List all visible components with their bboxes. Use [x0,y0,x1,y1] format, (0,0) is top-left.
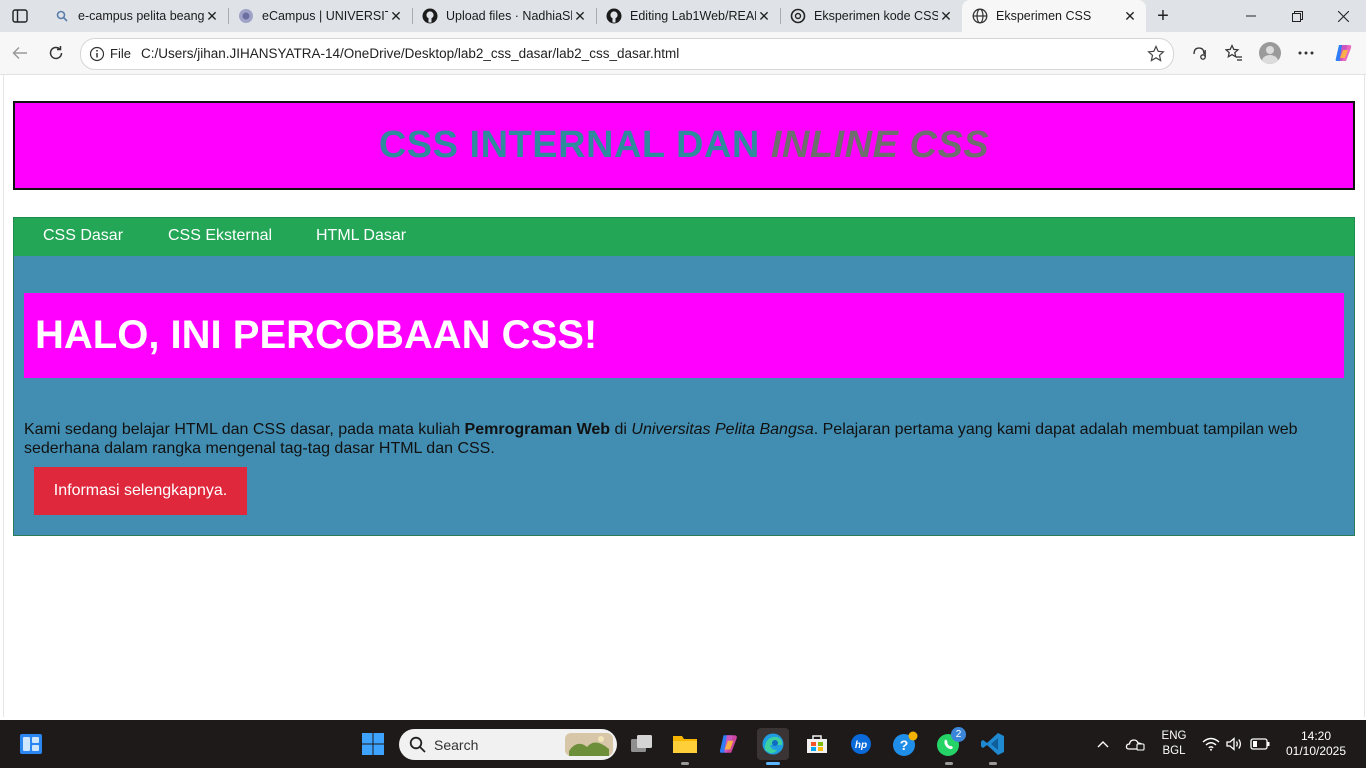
language-code: ENG [1161,730,1187,742]
page-title-inline: INLINE CSS [770,124,990,166]
svg-text:hp: hp [855,740,867,751]
widgets-icon[interactable] [15,728,47,760]
microsoft-store-icon[interactable] [801,728,833,760]
content-section: HALO, INI PERCOBAAN CSS! Kami sedang bel… [13,256,1355,536]
avatar [1259,42,1281,64]
clock-date: 01/10/2025 [1285,744,1347,758]
active-indicator [766,762,780,765]
taskbar: Search hp ? 2 ENG BGL 14:20 01/10/2025 [0,720,1366,768]
close-icon[interactable]: ✕ [1122,8,1138,24]
nav-link-css-eksternal[interactable]: CSS Eksternal [168,227,272,245]
clock-time: 14:20 [1300,729,1332,743]
tab-editing-readme[interactable]: Editing Lab1Web/README.md ✕ [596,0,781,32]
tab-title: Eksperimen kode CSS [814,9,938,23]
page-viewport: CSS INTERNAL DAN INLINE CSS CSS Dasar CS… [3,75,1365,717]
tab-search[interactable]: e-campus pelita beangsa - Search ✕ [44,0,229,32]
close-icon[interactable]: ✕ [756,8,772,24]
globe-icon [972,8,988,24]
nav-link-html-dasar[interactable]: HTML Dasar [316,227,406,245]
minimize-button[interactable] [1228,0,1274,32]
copilot-app-icon[interactable] [713,728,745,760]
notification-badge: 2 [951,727,966,742]
clock[interactable]: 14:20 01/10/2025 [1280,729,1352,759]
more-info-button[interactable]: Informasi selengkapnya. [34,467,247,515]
tab-title: eCampus | UNIVERSITAS PELITA BANGSA [262,9,388,23]
search-highlight-icon [565,733,613,761]
close-icon[interactable]: ✕ [938,8,954,24]
browser-toolbar: File C:/Users/jihan.JIHANSYATRA-14/OneDr… [0,32,1366,75]
paragraph-text: di [610,421,632,438]
battery-icon[interactable] [1248,728,1272,760]
new-tab-button[interactable]: + [1150,4,1176,28]
page-title: CSS INTERNAL DAN INLINE CSS [379,124,989,167]
running-indicator [989,762,997,765]
star-icon[interactable] [1147,45,1165,63]
refresh-button[interactable] [41,39,71,67]
close-icon[interactable]: ✕ [388,8,404,24]
nav-link-css-dasar[interactable]: CSS Dasar [43,227,123,245]
chatgpt-icon [790,8,806,24]
tab-actions-icon[interactable] [8,5,32,27]
more-options-icon[interactable] [1291,39,1321,67]
github-icon [606,8,622,24]
page-header: CSS INTERNAL DAN INLINE CSS [13,101,1355,190]
address-bar[interactable]: File C:/Users/jihan.JIHANSYATRA-14/OneDr… [80,38,1174,70]
wifi-icon[interactable] [1200,728,1222,760]
tab-eksperimen-css[interactable]: Eksperimen CSS ✕ [962,0,1146,32]
restore-button[interactable] [1274,0,1320,32]
search-icon [409,736,426,758]
help-icon[interactable]: ? [889,728,921,760]
volume-icon[interactable] [1223,728,1245,760]
language-indicator[interactable]: ENG BGL [1156,729,1192,759]
back-button[interactable] [5,39,35,67]
task-view-icon[interactable] [626,728,658,760]
language-layout: BGL [1162,745,1186,757]
page-title-main: CSS INTERNAL DAN [378,124,771,166]
search-placeholder: Search [434,737,479,753]
intro-paragraph: Kami sedang belajar HTML dan CSS dasar, … [24,420,1324,458]
main-nav: CSS Dasar CSS Eksternal HTML Dasar [13,217,1355,257]
url-text[interactable]: C:/Users/jihan.JIHANSYATRA-14/OneDrive/D… [141,46,679,61]
paragraph-text: Kami sedang belajar HTML dan CSS dasar, … [24,421,465,438]
vscode-icon[interactable] [977,728,1009,760]
hero-banner: HALO, INI PERCOBAAN CSS! [24,293,1344,378]
copilot-icon[interactable] [1329,39,1359,67]
tab-title: e-campus pelita beangsa - Search [78,9,204,23]
tab-eksperimen-kode[interactable]: Eksperimen kode CSS ✕ [780,0,962,32]
tab-title: Editing Lab1Web/README.md [630,9,756,23]
close-icon[interactable]: ✕ [572,8,588,24]
hero-title: HALO, INI PERCOBAAN CSS! [35,313,598,357]
scheme-label: File [110,46,131,61]
tab-title: Upload files · NadhiaSh/Lab1Web [446,9,572,23]
github-icon [422,8,438,24]
favorites-icon[interactable] [1219,39,1249,67]
edge-icon[interactable] [757,728,789,760]
close-icon[interactable]: ✕ [204,8,220,24]
search-icon [54,8,70,24]
svg-text:?: ? [900,737,909,753]
browser-tab-strip: e-campus pelita beangsa - Search ✕ eCamp… [0,0,1366,32]
taskbar-search[interactable]: Search [399,729,617,760]
tab-ecampus[interactable]: eCampus | UNIVERSITAS PELITA BANGSA ✕ [228,0,413,32]
tab-upload-files[interactable]: Upload files · NadhiaSh/Lab1Web ✕ [412,0,597,32]
onedrive-icon[interactable] [1120,728,1150,760]
university-logo-icon [238,8,254,24]
start-icon[interactable] [357,728,389,760]
read-aloud-icon[interactable] [1184,39,1214,67]
chevron-up-icon[interactable] [1089,728,1117,760]
info-icon[interactable] [89,46,105,62]
course-name: Pemrograman Web [464,421,611,438]
close-window-button[interactable] [1320,0,1366,32]
tab-title: Eksperimen CSS [996,9,1092,23]
profile-avatar[interactable] [1255,39,1285,67]
hp-icon[interactable]: hp [845,728,877,760]
running-indicator [945,762,953,765]
university-name: Universitas Pelita Bangsa [631,421,814,438]
file-explorer-icon[interactable] [669,728,701,760]
running-indicator [681,762,689,765]
